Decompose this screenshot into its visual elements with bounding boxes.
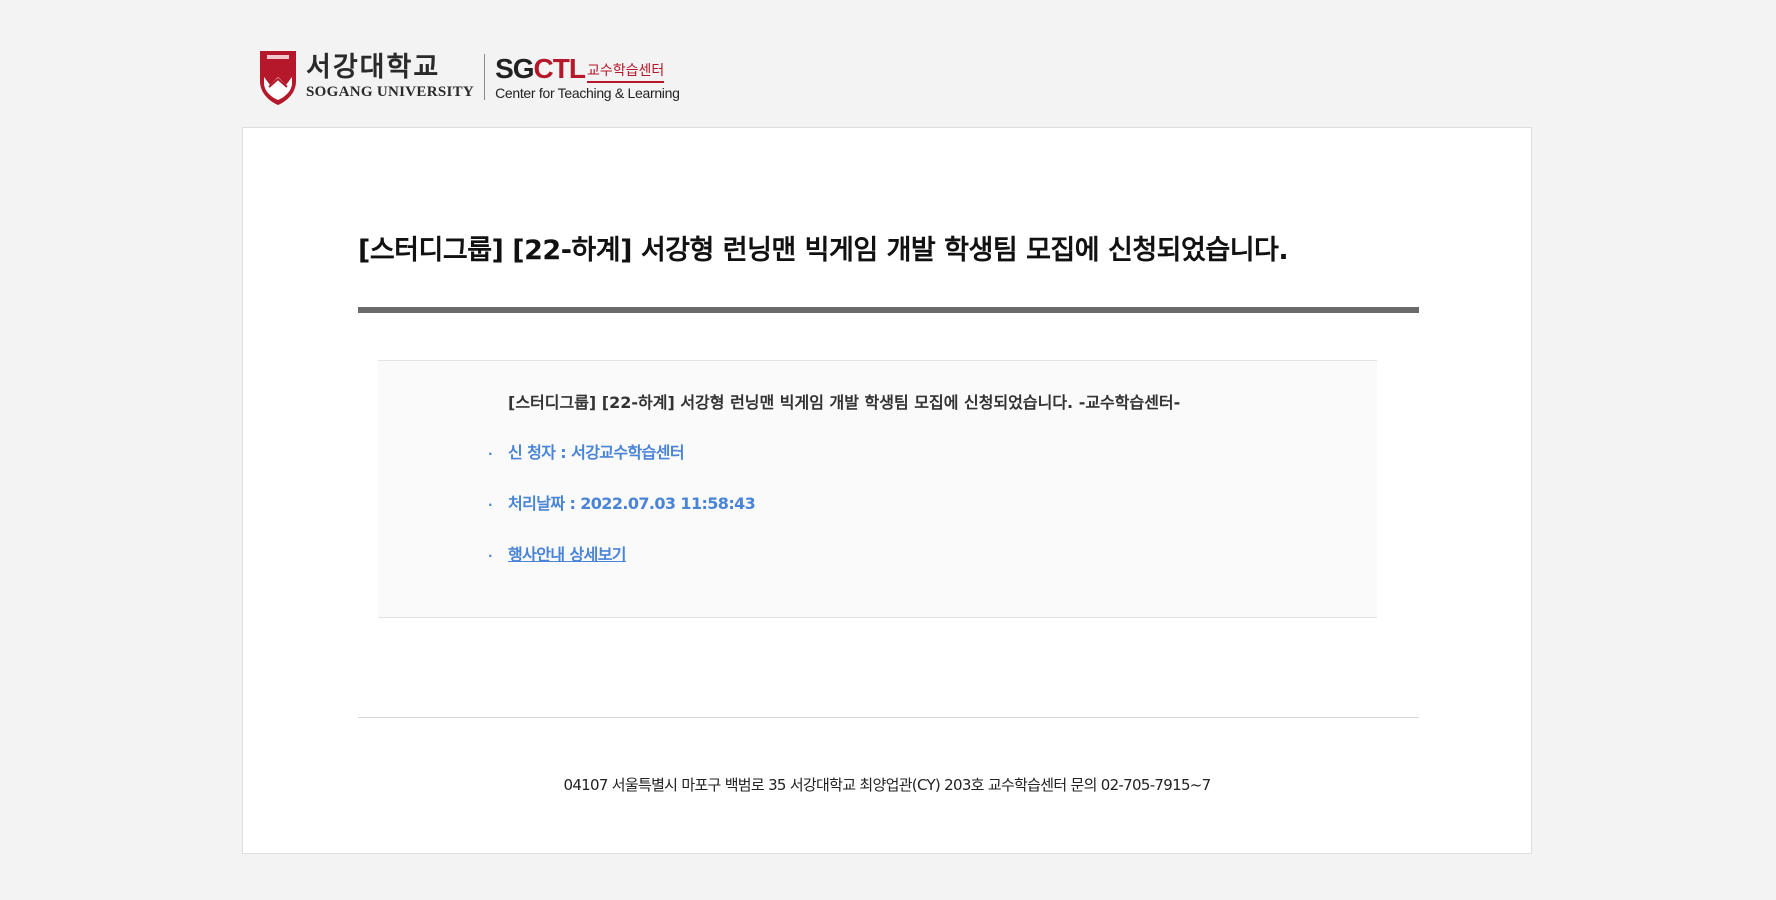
processed-date-text: 처리날짜 : 2022.07.03 11:58:43 (508, 494, 756, 513)
info-box: [스터디그룹] [22-하계] 서강형 런닝맨 빅게임 개발 학생팀 모집에 신… (378, 360, 1377, 618)
applicant-item: . 신 청자 : 서강교수학습센터 (488, 439, 685, 463)
ctl-prefix: SG (495, 53, 534, 84)
bullet-icon: . (488, 546, 493, 560)
university-name: 서강대학교 SOGANG UNIVERSITY (306, 53, 474, 101)
processed-date-item: . 처리날짜 : 2022.07.03 11:58:43 (488, 490, 756, 514)
logo-divider (484, 54, 486, 100)
ctl-name-ko: 교수학습센터 (586, 63, 665, 83)
footer-divider (358, 717, 1419, 718)
page-title: [스터디그룹] [22-하계] 서강형 런닝맨 빅게임 개발 학생팀 모집에 신… (358, 235, 1289, 266)
header-logo: 서강대학교 SOGANG UNIVERSITY SG CTL 교수학습센터 Ce… (256, 44, 680, 110)
title-divider (358, 307, 1419, 313)
footer-address: 04107 서울특별시 마포구 백범로 35 서강대학교 최양업관(CY) 20… (563, 776, 1211, 794)
info-heading: [스터디그룹] [22-하계] 서강형 런닝맨 빅게임 개발 학생팀 모집에 신… (508, 393, 1181, 412)
ctl-name-en: Center for Teaching & Learning (495, 85, 680, 101)
detail-link-item: . 행사안내 상세보기 (488, 541, 627, 565)
applicant-text: 신 청자 : 서강교수학습센터 (508, 443, 685, 462)
ctl-suffix: CTL (533, 53, 586, 84)
bullet-icon: . (488, 444, 493, 458)
email-card: [스터디그룹] [22-하계] 서강형 런닝맨 빅게임 개발 학생팀 모집에 신… (242, 127, 1532, 854)
event-detail-link[interactable]: 행사안내 상세보기 (508, 541, 627, 565)
sogang-shield-icon (260, 51, 296, 105)
university-name-ko: 서강대학교 (306, 52, 441, 83)
ctl-logo: SG CTL 교수학습센터 Center for Teaching & Lear… (495, 53, 680, 102)
university-name-en: SOGANG UNIVERSITY (306, 84, 475, 100)
bullet-icon: . (488, 495, 493, 509)
